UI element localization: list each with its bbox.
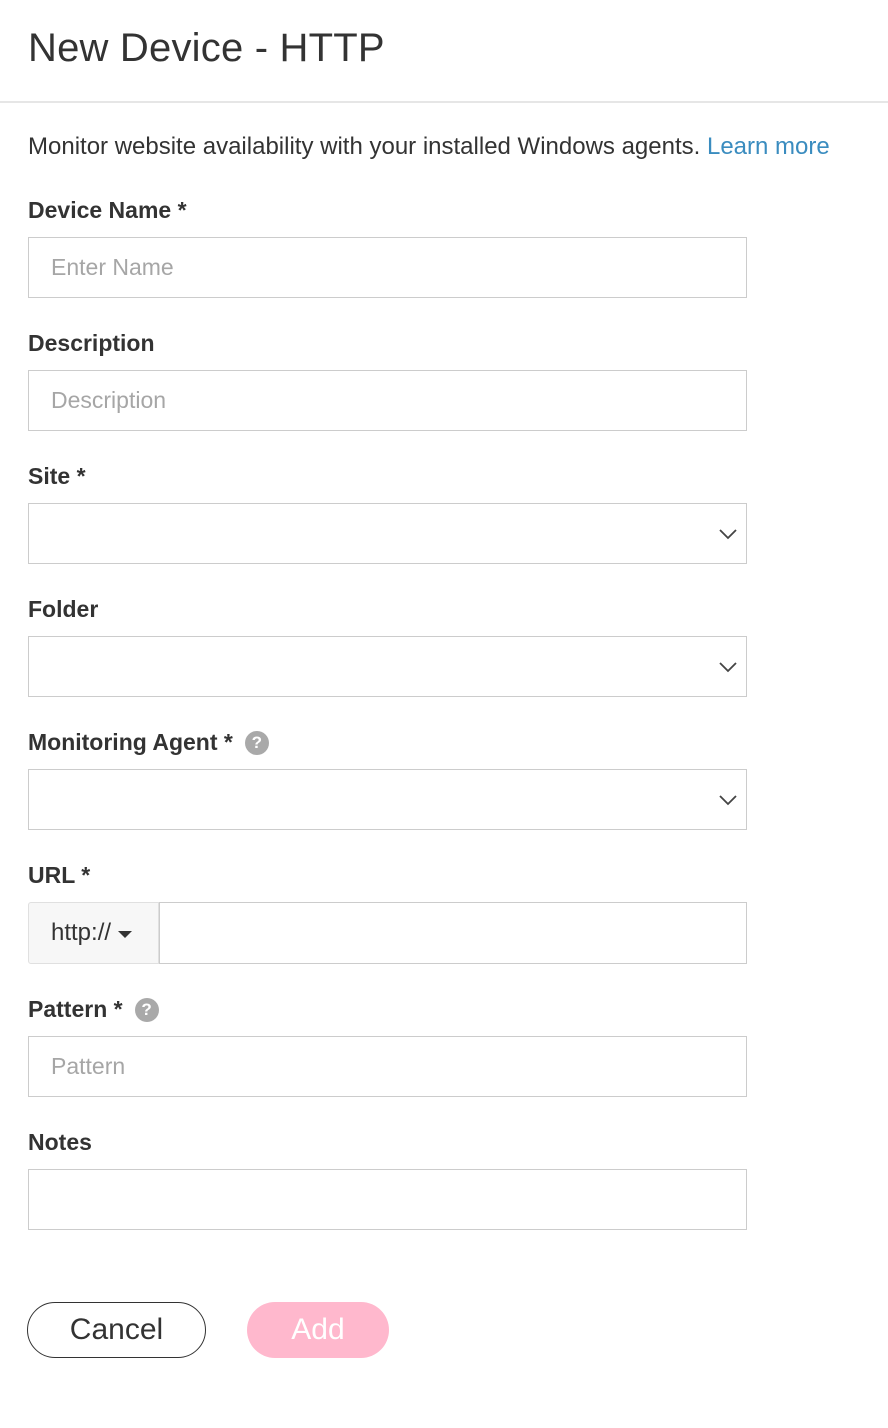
- page-title: New Device - HTTP: [28, 26, 385, 70]
- help-icon[interactable]: ?: [134, 997, 159, 1022]
- chevron-down-icon: [719, 529, 737, 540]
- site-select[interactable]: [28, 503, 747, 564]
- chevron-down-icon: [719, 795, 737, 806]
- chevron-down-icon: [719, 662, 737, 673]
- intro-description: Monitor website availability with your i…: [28, 133, 701, 160]
- dialog-header: New Device - HTTP: [0, 0, 888, 103]
- url-label: URL *: [28, 862, 91, 888]
- folder-select[interactable]: [28, 636, 747, 697]
- url-input[interactable]: [159, 902, 747, 964]
- pattern-input[interactable]: [28, 1036, 747, 1097]
- notes-label: Notes: [28, 1129, 92, 1155]
- learn-more-link[interactable]: Learn more: [707, 133, 830, 160]
- add-button[interactable]: Add: [247, 1302, 389, 1358]
- folder-label: Folder: [28, 596, 99, 622]
- monitoring-agent-select[interactable]: [28, 769, 747, 830]
- device-name-label: Device Name *: [28, 197, 187, 223]
- protocol-value: http://: [51, 919, 112, 946]
- notes-input[interactable]: [28, 1169, 747, 1230]
- cancel-button[interactable]: Cancel: [27, 1302, 206, 1358]
- device-name-input[interactable]: [28, 237, 747, 298]
- site-label: Site *: [28, 463, 86, 489]
- description-input[interactable]: [28, 370, 747, 431]
- intro-text: Monitor website availability with your i…: [28, 133, 830, 161]
- pattern-label: Pattern * ?: [28, 996, 159, 1023]
- url-field-group: http://: [28, 902, 747, 964]
- help-icon[interactable]: ?: [244, 730, 269, 755]
- monitoring-agent-label: Monitoring Agent * ?: [28, 729, 269, 756]
- caret-down-icon: [118, 931, 133, 938]
- protocol-dropdown[interactable]: http://: [28, 902, 159, 964]
- description-label: Description: [28, 330, 155, 356]
